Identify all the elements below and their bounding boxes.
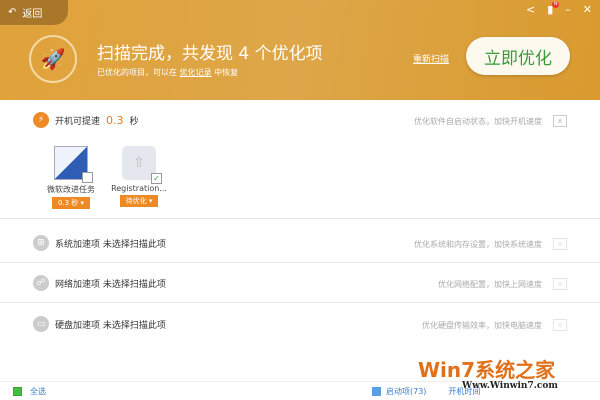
select-all-label[interactable]: 全选 <box>30 386 46 397</box>
section-system: ⊞ 系统加速项 未选择扫描此项 优化系统和内存设置，加快系统速度 ∨ <box>0 220 600 263</box>
section-header: ☍ 网络加速项 未选择扫描此项 <box>33 275 166 291</box>
item-tag-dropdown[interactable]: 待优化 ▾ <box>119 195 159 207</box>
section-label: 系统加速项 未选择扫描此项 <box>55 239 166 250</box>
windows-icon: ⊞ <box>33 235 49 251</box>
scan-title: 扫描完成，共发现 4 个优化项 <box>97 44 323 64</box>
history-link[interactable]: 优化记录 <box>180 68 212 77</box>
section-hint: 优化系统和内存设置，加快系统速度 <box>414 240 542 249</box>
section-header: ⚡ 开机可提速 0.3 秒 <box>33 112 139 128</box>
item-checkbox[interactable]: ✓ <box>151 173 162 184</box>
optimize-now-button[interactable]: 立即优化 <box>466 37 570 75</box>
notification-icon[interactable]: ▮ N <box>547 1 560 16</box>
expand-toggle[interactable]: ∨ <box>553 238 567 250</box>
window-controls: < ▮ N – ✕ <box>526 1 592 16</box>
back-label: 返回 <box>22 9 43 20</box>
close-icon[interactable]: ✕ <box>583 3 592 16</box>
section-header: ⊞ 系统加速项 未选择扫描此项 <box>33 235 166 251</box>
lightning-icon: ⚡ <box>33 112 49 128</box>
notification-badge: N <box>552 1 560 8</box>
task-icon <box>54 146 93 183</box>
section-label: 硬盘加速项 未选择扫描此项 <box>55 320 166 331</box>
item-tag-dropdown[interactable]: 0.3 秒 ▾ <box>51 197 91 209</box>
section-network: ☍ 网络加速项 未选择扫描此项 优化网络配置，加快上网速度 ∨ <box>0 263 600 303</box>
minimize-icon[interactable]: – <box>565 3 571 16</box>
section-label: 开机可提速 <box>55 116 101 127</box>
rocket-icon: 🚀 <box>29 35 77 83</box>
section-label: 网络加速项 未选择扫描此项 <box>55 279 166 290</box>
select-all-checkbox[interactable] <box>13 386 22 396</box>
startup-item[interactable]: 微软改进任务 0.3 秒 ▾ <box>36 146 106 209</box>
header: ↶ 返回 < ▮ N – ✕ 🚀 扫描完成，共发现 4 个优化项 已优化的项目，可以… <box>0 0 600 100</box>
item-checkbox[interactable] <box>82 172 93 183</box>
subtitle-suffix: 中恢复 <box>214 68 239 77</box>
speedup-value: 0.3 <box>106 113 124 127</box>
watermark-url: Www.Winwin7.com <box>462 381 558 391</box>
subtitle-prefix: 已优化的项目，可以在 <box>97 68 177 77</box>
scan-subtitle: 已优化的项目，可以在 优化记录 中恢复 <box>97 67 238 78</box>
item-name: 微软改进任务 <box>47 185 95 194</box>
share-icon[interactable]: < <box>526 3 535 16</box>
rescan-link[interactable]: 重新扫描 <box>413 52 449 65</box>
expand-toggle[interactable]: ∨ <box>553 319 567 331</box>
section-header: ▭ 硬盘加速项 未选择扫描此项 <box>33 316 166 332</box>
section-hint: 优化软件自启动状态，加快开机速度 <box>414 117 542 126</box>
startup-item[interactable]: ⇧ ✓ Registration... 待优化 ▾ <box>104 146 174 207</box>
startup-icon <box>372 386 381 396</box>
back-arrow-icon: ↶ <box>8 7 17 18</box>
speedup-unit: 秒 <box>129 116 139 127</box>
startup-link[interactable]: 启动项(73) <box>386 386 426 397</box>
network-icon: ☍ <box>33 275 49 291</box>
upload-icon: ⇧ ✓ <box>122 146 162 184</box>
section-startup: ⚡ 开机可提速 0.3 秒 优化软件自启动状态，加快开机速度 ∧ 微软改进任务 … <box>0 100 600 219</box>
watermark-logo: Win7系统之家 <box>418 358 556 382</box>
disk-icon: ▭ <box>33 316 49 332</box>
back-button[interactable]: ↶ 返回 <box>0 0 68 25</box>
section-disk: ▭ 硬盘加速项 未选择扫描此项 优化硬盘传输效率，加快电脑速度 ∨ <box>0 303 600 343</box>
section-hint: 优化网络配置，加快上网速度 <box>438 280 542 289</box>
item-name: Registration... <box>111 184 167 193</box>
section-hint: 优化硬盘传输效率，加快电脑速度 <box>422 321 542 330</box>
collapse-toggle[interactable]: ∧ <box>553 115 567 127</box>
expand-toggle[interactable]: ∨ <box>553 278 567 290</box>
